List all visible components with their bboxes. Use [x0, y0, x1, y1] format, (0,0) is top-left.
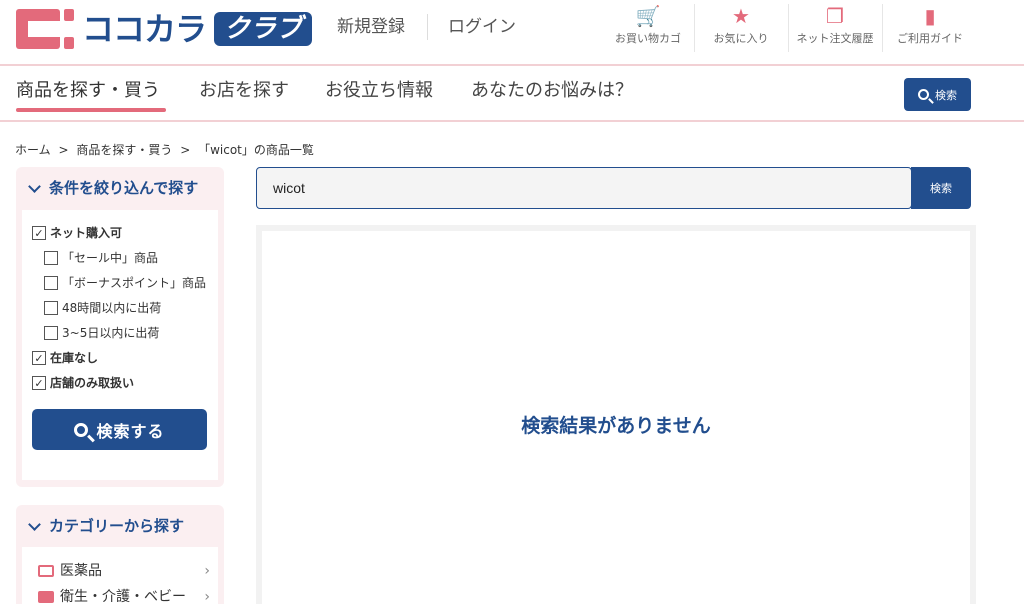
active-nav-indicator — [16, 108, 166, 112]
breadcrumb-shop[interactable]: 商品を探す・買う — [76, 143, 172, 157]
filter-option-label: 48時間以内に出荷 — [62, 301, 162, 315]
star-icon: ★ — [732, 4, 750, 28]
filter-option-label: 在庫なし — [50, 351, 99, 365]
favorites-link[interactable]: ★ お気に入り — [706, 4, 776, 56]
category-panel: カテゴリーから探す 医薬品 › 衛生・介護・ベビー › — [16, 505, 224, 604]
filter-option-online[interactable]: ✓ ネット購入可 — [32, 225, 122, 241]
checkbox[interactable] — [44, 251, 58, 265]
breadcrumb-separator: > — [58, 143, 69, 157]
site-logo[interactable]: ココカラ クラブ — [16, 8, 313, 50]
medicine-icon — [38, 565, 54, 577]
divider — [427, 14, 428, 40]
guide-link[interactable]: ▮ ご利用ガイド — [892, 4, 968, 56]
chevron-right-icon: › — [204, 563, 210, 579]
nav-item-shop[interactable]: 商品を探す・買う — [16, 78, 160, 104]
nav-search-label: 検索 — [935, 88, 957, 102]
chevron-down-icon — [28, 518, 41, 531]
nav-item-stores[interactable]: お店を探す — [199, 78, 289, 104]
login-link[interactable]: ログイン — [448, 14, 516, 40]
filter-option-48h[interactable]: 48時間以内に出荷 — [44, 300, 161, 316]
breadcrumb: ホーム > 商品を探す・買う > 「wicot」の商品一覧 — [15, 141, 318, 159]
guide-icon: ▮ — [924, 4, 936, 28]
register-link[interactable]: 新規登録 — [337, 14, 405, 40]
filter-search-button[interactable]: 検索する — [32, 409, 207, 450]
order-history-label: ネット注文履歴 — [796, 32, 874, 45]
favorites-label: お気に入り — [713, 32, 769, 45]
breadcrumb-current: 「wicot」の商品一覧 — [198, 143, 314, 157]
nav-item-concerns[interactable]: あなたのお悩みは？ — [471, 78, 633, 104]
checkbox-checked[interactable]: ✓ — [32, 226, 46, 240]
main-nav: 商品を探す・買う お店を探す お役立ち情報 あなたのお悩みは？ 検索 — [0, 66, 1024, 122]
results-area: 検索結果がありません — [262, 231, 970, 604]
category-label: 衛生・介護・ベビー — [60, 589, 186, 604]
filter-option-label: 3~5日以内に出荷 — [62, 326, 160, 340]
nav-search-button[interactable]: 検索 — [904, 78, 971, 111]
checkbox[interactable] — [44, 276, 58, 290]
search-input[interactable] — [256, 167, 912, 209]
filter-search-label: 検索する — [96, 421, 165, 441]
filter-option-label: 店舗のみ取扱い — [50, 376, 135, 390]
site-header: ココカラ クラブ 新規登録 ログイン 🛒 お買い物カゴ ★ お気に入り ❐ ネッ… — [0, 0, 1024, 66]
filter-option-label: 「セール中」商品 — [62, 251, 159, 265]
logo-badge: クラブ — [214, 12, 313, 46]
chevron-right-icon: › — [204, 589, 210, 604]
order-history-link[interactable]: ❐ ネット注文履歴 — [792, 4, 878, 56]
filter-option-label: 「ボーナスポイント」商品 — [62, 276, 207, 290]
results-panel: 検索結果がありません — [256, 225, 976, 604]
breadcrumb-home[interactable]: ホーム — [15, 143, 51, 157]
category-label: 医薬品 — [60, 563, 102, 579]
divider — [694, 4, 695, 52]
logo-text: ココカラ — [82, 10, 207, 48]
logo-mark — [16, 9, 74, 49]
filter-option-3-5days[interactable]: 3~5日以内に出荷 — [44, 325, 159, 341]
filter-option-bonus[interactable]: 「ボーナスポイント」商品 — [44, 275, 206, 291]
category-list: 医薬品 › 衛生・介護・ベビー › — [22, 547, 218, 604]
checkbox-checked[interactable]: ✓ — [32, 351, 46, 365]
empty-results-message: 検索結果がありません — [521, 415, 711, 437]
category-header[interactable]: カテゴリーから探す — [26, 515, 184, 537]
filter-option-sale[interactable]: 「セール中」商品 — [44, 250, 158, 266]
divider — [788, 4, 789, 52]
filter-option-label: ネット購入可 — [50, 226, 123, 240]
search-icon — [918, 89, 929, 100]
search-button[interactable]: 検索 — [911, 167, 971, 209]
divider — [882, 4, 883, 52]
cart-icon: 🛒 — [635, 4, 661, 28]
category-title: カテゴリーから探す — [49, 517, 185, 535]
filter-option-store-only[interactable]: ✓ 店舗のみ取扱い — [32, 375, 134, 391]
category-item-medicine[interactable]: 医薬品 › — [38, 561, 214, 581]
filter-header[interactable]: 条件を絞り込んで探す — [26, 177, 198, 199]
checkbox[interactable] — [44, 301, 58, 315]
checkbox[interactable] — [44, 326, 58, 340]
cart-label: お買い物カゴ — [615, 32, 681, 45]
chevron-down-icon — [28, 180, 41, 193]
filter-title: 条件を絞り込んで探す — [49, 179, 199, 197]
search-icon — [74, 422, 89, 437]
baby-icon — [38, 591, 54, 603]
cart-link[interactable]: 🛒 お買い物カゴ — [612, 4, 684, 56]
filter-option-out-of-stock[interactable]: ✓ 在庫なし — [32, 350, 98, 366]
nav-item-info[interactable]: お役立ち情報 — [325, 78, 433, 104]
breadcrumb-separator: > — [180, 143, 191, 157]
category-item-hygiene[interactable]: 衛生・介護・ベビー › — [38, 587, 214, 604]
checkbox-checked[interactable]: ✓ — [32, 376, 46, 390]
guide-label: ご利用ガイド — [897, 32, 963, 45]
history-icon: ❐ — [826, 4, 844, 28]
